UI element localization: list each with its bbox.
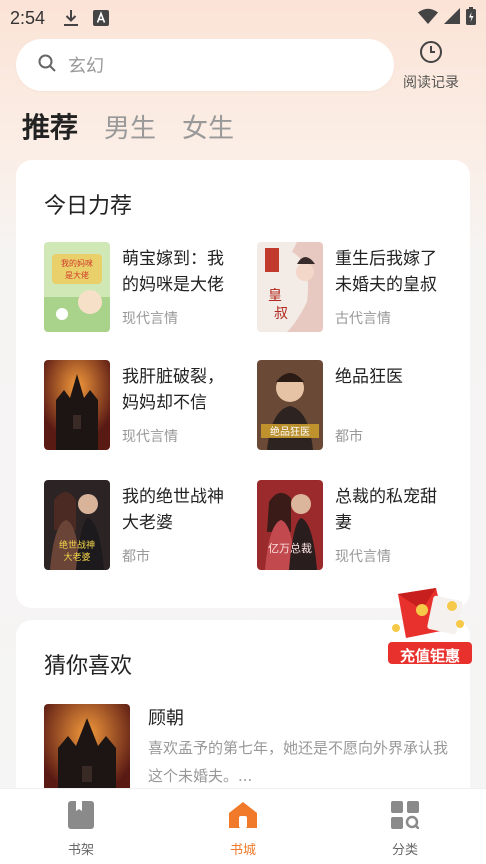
- svg-text:亿万总裁: 亿万总裁: [268, 541, 312, 555]
- book-genre: 现代言情: [122, 429, 178, 445]
- svg-text:我的妈咪: 我的妈咪: [61, 258, 93, 268]
- book-cover: 我的妈咪 是大佬: [44, 242, 110, 332]
- tab-female[interactable]: 女生: [182, 108, 234, 145]
- svg-text:绝世战神: 绝世战神: [59, 539, 95, 551]
- svg-text:绝品狂医: 绝品狂医: [270, 425, 310, 438]
- reading-history-label: 阅读记录: [403, 75, 459, 91]
- svg-text:大老婆: 大老婆: [63, 551, 90, 563]
- bookshelf-icon: [68, 801, 94, 833]
- promo-label: 充值钜惠: [399, 647, 460, 665]
- book-genre: 古代言情: [335, 311, 391, 327]
- book-cover: 亿万总裁: [257, 480, 323, 570]
- book-title: 我肝脏破裂，妈妈却不信: [122, 367, 224, 413]
- book-genre: 都市: [122, 549, 150, 565]
- book-title[interactable]: 顾朝: [148, 704, 184, 730]
- nav-bookshelf[interactable]: 书架: [0, 789, 162, 864]
- svg-text:皇: 皇: [268, 288, 282, 304]
- wifi-icon: [418, 8, 438, 29]
- book-description: 喜欢孟予的第七年，她还是不愿向外界承认我这个未婚夫。...: [148, 739, 449, 785]
- clock-icon: [419, 40, 443, 68]
- book-item[interactable]: 我的妈咪 是大佬 萌宝嫁到：我的妈咪是大佬 现代言情: [44, 242, 240, 332]
- section-title: 今日力荐: [44, 194, 133, 219]
- book-cover: [44, 360, 110, 450]
- book-item[interactable]: 绝世战神 大老婆 我的绝世战神大老婆 都市: [44, 480, 240, 570]
- book-title: 绝品狂医: [335, 367, 403, 387]
- book-genre: 都市: [335, 429, 363, 445]
- nav-category[interactable]: 分类: [324, 789, 486, 864]
- book-cover: 绝世战神 大老婆: [44, 480, 110, 570]
- store-icon: [228, 801, 258, 833]
- svg-text:叔: 叔: [274, 306, 288, 322]
- category-grid-icon: [391, 801, 420, 833]
- book-genre: 现代言情: [335, 549, 391, 565]
- book-genre: 现代言情: [122, 311, 178, 327]
- nav-label: 书城: [229, 843, 256, 858]
- book-title: 萌宝嫁到：我的妈咪是大佬: [122, 249, 224, 295]
- tab-male[interactable]: 男生: [104, 108, 156, 145]
- book-item[interactable]: 绝品狂医 绝品狂医 都市: [257, 360, 453, 450]
- book-item[interactable]: 皇 叔 重生后我嫁了未婚夫的皇叔 古代言情: [257, 242, 453, 332]
- status-time: 2:54: [10, 7, 46, 28]
- search-placeholder: 玄幻: [68, 56, 104, 77]
- keyboard-a-icon: [93, 10, 110, 26]
- search-row: 玄幻 阅读记录: [16, 38, 478, 92]
- bottom-nav: 书架 书城 分类: [0, 788, 486, 864]
- tab-recommend[interactable]: 推荐: [22, 106, 78, 146]
- search-input[interactable]: 玄幻: [16, 39, 394, 91]
- section-title: 猜你喜欢: [44, 654, 133, 679]
- nav-bookstore[interactable]: 书城: [162, 789, 324, 864]
- reading-history-button[interactable]: 阅读记录: [398, 40, 464, 92]
- today-recommend-card: 今日力荐 我的妈咪 是大佬 萌宝嫁到：我的妈咪是大佬 现代言情 皇 叔 重生后我…: [16, 160, 470, 608]
- download-icon: [63, 9, 79, 27]
- book-title: 我的绝世战神大老婆: [122, 487, 224, 533]
- status-bar: 2:54: [0, 0, 486, 36]
- svg-text:是大佬: 是大佬: [65, 270, 89, 280]
- book-title: 重生后我嫁了未婚夫的皇叔: [335, 249, 437, 295]
- book-title: 总裁的私宠甜妻: [335, 487, 437, 533]
- battery-icon: [466, 6, 476, 30]
- nav-label: 书架: [67, 843, 94, 858]
- signal-icon: [444, 7, 460, 29]
- category-tabs: 推荐 男生 女生: [22, 106, 234, 146]
- book-cover: 皇 叔: [257, 242, 323, 332]
- book-item[interactable]: 我肝脏破裂，妈妈却不信 现代言情: [44, 360, 240, 450]
- nav-label: 分类: [391, 843, 418, 858]
- search-icon: [38, 54, 56, 76]
- book-cover: 绝品狂医: [257, 360, 323, 450]
- book-item[interactable]: 亿万总裁 总裁的私宠甜妻 现代言情: [257, 480, 453, 570]
- recharge-promo-button[interactable]: 充值钜惠: [386, 584, 476, 668]
